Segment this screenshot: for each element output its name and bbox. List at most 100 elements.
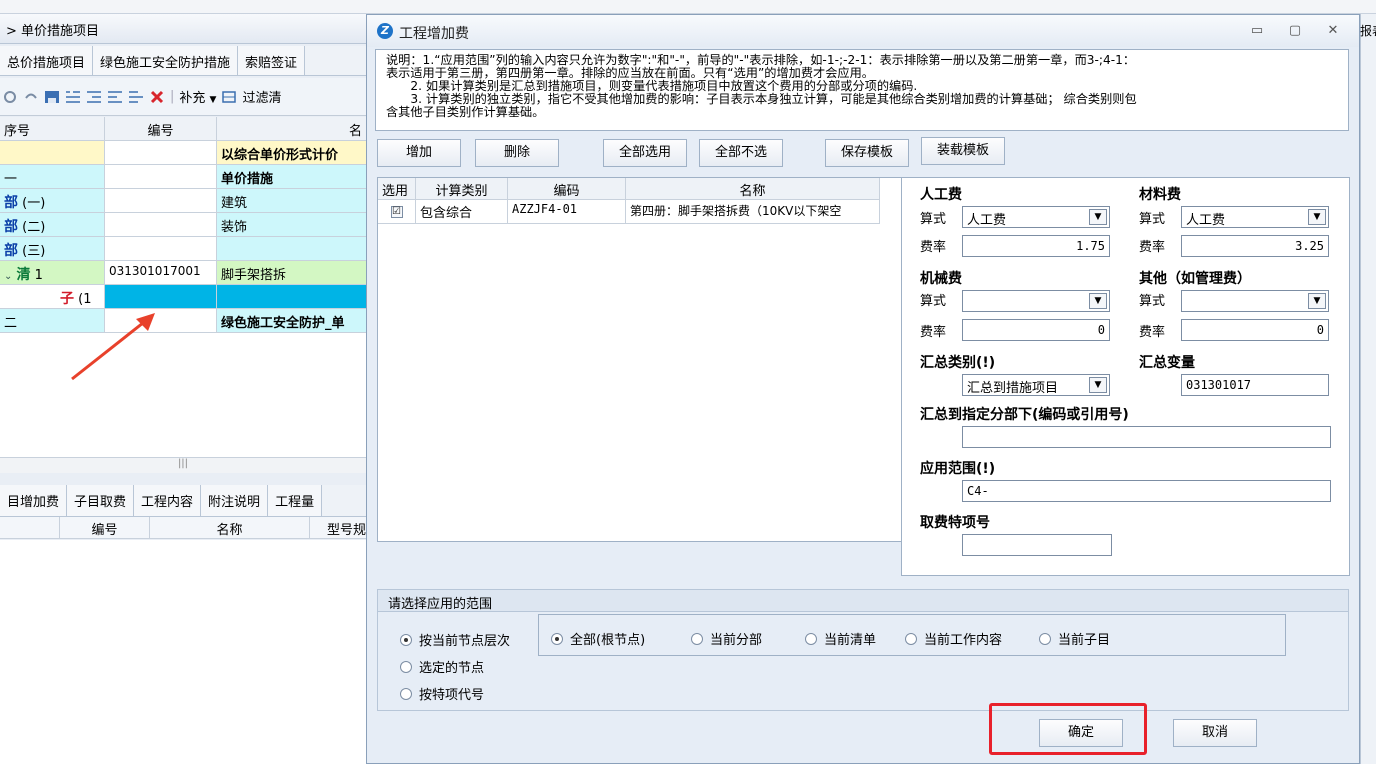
row-seq: (二) <box>22 220 46 235</box>
maximize-icon[interactable]: ▢ <box>1285 21 1305 41</box>
minimize-icon[interactable]: ▭ <box>1247 21 1267 41</box>
selected-code-cell[interactable] <box>105 285 217 308</box>
refresh-icon[interactable] <box>2 90 18 104</box>
annotation-arrow <box>71 313 155 381</box>
row-seq: 一 <box>0 165 105 188</box>
table-row[interactable]: 一 单价措施 <box>0 165 366 189</box>
radio-current-sub-item[interactable]: 当前子目 <box>1039 629 1110 648</box>
tab-work-content[interactable]: 工程内容 <box>134 485 202 516</box>
chevron-down-icon: ▼ <box>1089 293 1107 309</box>
detail-tab-strip: 目增加费 子目取费 工程内容 附注说明 工程量 <box>0 485 366 517</box>
radio-by-current-node[interactable]: 按当前节点层次 <box>400 630 510 649</box>
save-icon[interactable] <box>44 90 60 104</box>
filter-icon <box>221 90 237 104</box>
radio-current-bill[interactable]: 当前清单 <box>805 629 876 648</box>
header-category: 计算类别 <box>416 178 508 199</box>
row-name <box>217 237 366 260</box>
header-name: 名称 <box>626 178 880 199</box>
other-rate-input[interactable]: 0 <box>1181 319 1329 341</box>
grid-toolbar: | 补充 ▼ 过滤清 <box>0 78 366 116</box>
row-name: 装饰 <box>221 220 248 235</box>
undo-icon[interactable] <box>23 90 39 104</box>
close-icon[interactable]: ✕ <box>1323 21 1343 41</box>
add-button[interactable]: 增加 <box>377 139 461 167</box>
material-title: 材料费 <box>1139 187 1181 203</box>
scope-group: 请选择应用的范围 按当前节点层次 选定的节点 按特项代号 全部(根节点) 当前分… <box>377 589 1349 711</box>
cancel-button[interactable]: 取消 <box>1173 719 1257 747</box>
save-template-button[interactable]: 保存模板 <box>825 139 909 167</box>
row-name: 以综合单价形式计价 <box>217 141 366 164</box>
tab-notes[interactable]: 附注说明 <box>201 485 269 516</box>
outdent-icon[interactable] <box>86 90 102 104</box>
tab-claim-visa[interactable]: 索赔签证 <box>238 46 306 75</box>
supplement-button[interactable]: 补充 ▼ <box>179 87 216 106</box>
report-tab[interactable]: 报表 <box>1360 22 1376 39</box>
sub-item-tag: 子 <box>60 291 74 307</box>
tab-quantity[interactable]: 工程量 <box>268 485 323 516</box>
table-row[interactable]: 二 绿色施工安全防护_单 <box>0 309 366 333</box>
summary-variable-input[interactable]: 031301017 <box>1181 374 1329 396</box>
radio-dot <box>400 634 412 646</box>
radio-current-work-content[interactable]: 当前工作内容 <box>905 629 1002 648</box>
node-scope-options: 全部(根节点) 当前分部 当前清单 当前工作内容 当前子目 <box>538 614 1286 656</box>
machine-title: 机械费 <box>920 271 962 287</box>
summary-category-select[interactable]: 汇总到措施项目 ▼ <box>962 374 1110 396</box>
summary-to-section-input[interactable] <box>962 426 1331 448</box>
chevron-down-icon: ▼ <box>1089 377 1107 393</box>
filter-button[interactable]: 过滤清 <box>242 87 281 106</box>
row-seq: (三) <box>22 244 46 259</box>
table-row[interactable]: 以综合单价形式计价 <box>0 141 366 165</box>
other-formula-select[interactable]: ▼ <box>1181 290 1329 312</box>
expand-arrow-icon[interactable]: ⌄ <box>4 271 12 282</box>
chevron-down-icon: ▼ <box>1308 293 1326 309</box>
table-row[interactable]: 部 (一) 建筑 <box>0 189 366 213</box>
labor-rate-label: 费率 <box>920 240 947 255</box>
table-row[interactable]: 部 (三) <box>0 237 366 261</box>
table-row[interactable]: 部 (二) 装饰 <box>0 213 366 237</box>
fee-item-code-input[interactable] <box>962 534 1112 556</box>
machine-rate-input[interactable]: 0 <box>962 319 1110 341</box>
labor-title: 人工费 <box>920 187 962 203</box>
tab-item-fee[interactable]: 子目取费 <box>67 485 135 516</box>
radio-dot <box>1039 633 1051 645</box>
radio-all-root[interactable]: 全部(根节点) <box>551 629 645 648</box>
other-formula-label: 算式 <box>1139 294 1166 309</box>
dialog-titlebar[interactable] <box>367 15 1359 47</box>
indent-icon[interactable] <box>65 90 81 104</box>
table-row[interactable]: ☑ 包含综合 AZZJF4-01 第四册：脚手架搭拆费（10KV以下架空 <box>378 200 880 224</box>
row-code: 031301017001 <box>105 261 217 284</box>
labor-formula-select[interactable]: 人工费 ▼ <box>962 206 1110 228</box>
summary-category-title: 汇总类别(!) <box>920 355 996 371</box>
radio-by-special-code[interactable]: 按特项代号 <box>400 684 484 703</box>
delete-icon[interactable] <box>149 90 165 104</box>
machine-formula-select[interactable]: ▼ <box>962 290 1110 312</box>
select-checkbox[interactable]: ☑ <box>390 206 403 218</box>
horizontal-scrollbar[interactable]: ||| <box>0 457 366 473</box>
move-down-icon[interactable] <box>128 90 144 104</box>
summary-to-section-title: 汇总到指定分部下(编码或引用号) <box>920 407 1129 423</box>
labor-rate-input[interactable]: 1.75 <box>962 235 1110 257</box>
chevron-down-icon: ▼ <box>1308 209 1326 225</box>
detail-grid-body <box>0 540 366 764</box>
delete-button[interactable]: 删除 <box>475 139 559 167</box>
radio-current-section[interactable]: 当前分部 <box>691 629 762 648</box>
tab-item-surcharge[interactable]: 目增加费 <box>0 485 68 516</box>
material-rate-input[interactable]: 3.25 <box>1181 235 1329 257</box>
machine-formula-label: 算式 <box>920 294 947 309</box>
load-template-button[interactable]: 装载模板 <box>921 137 1005 165</box>
labor-formula-label: 算式 <box>920 212 947 227</box>
chevron-right-icon[interactable]: > <box>6 24 17 39</box>
material-formula-select[interactable]: 人工费 ▼ <box>1181 206 1329 228</box>
bill-tag: 清 <box>16 267 31 283</box>
apply-scope-input[interactable]: C4- <box>962 480 1331 502</box>
tab-total-price-measures[interactable]: 总价措施项目 <box>0 46 94 75</box>
radio-selected-nodes[interactable]: 选定的节点 <box>400 657 484 676</box>
app-logo-icon: Z <box>377 23 393 39</box>
table-row[interactable]: ⌄ 清 1 031301017001 脚手架搭拆 <box>0 261 366 285</box>
tab-green-construction[interactable]: 绿色施工安全防护措施 <box>93 46 239 75</box>
deselect-all-button[interactable]: 全部不选 <box>699 139 783 167</box>
move-up-icon[interactable] <box>107 90 123 104</box>
table-row-selected[interactable]: 子 (1 <box>0 285 366 309</box>
section-tag: 部 <box>4 219 18 235</box>
select-all-button[interactable]: 全部选用 <box>603 139 687 167</box>
